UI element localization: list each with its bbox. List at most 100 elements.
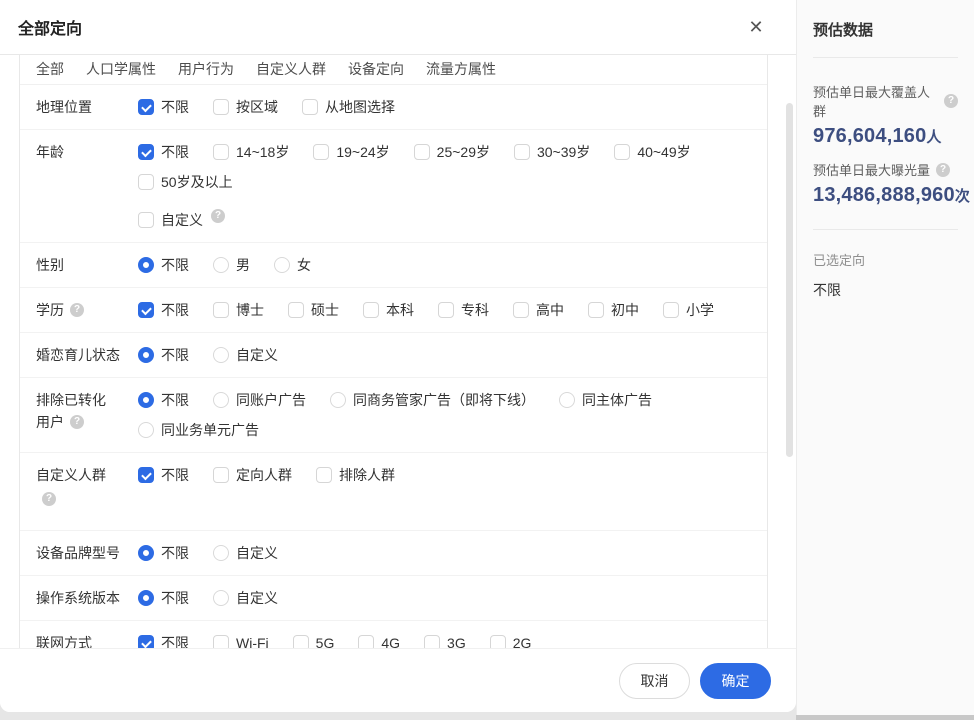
checkbox-option-不限[interactable]: 不限	[138, 299, 189, 321]
checkbox-icon[interactable]	[213, 635, 229, 648]
checkbox-icon[interactable]	[213, 302, 229, 318]
radio-option-男[interactable]: 男	[213, 254, 250, 276]
scrollbar-thumb[interactable]	[786, 103, 793, 457]
help-icon[interactable]: ?	[936, 163, 950, 177]
tab-1[interactable]: 人口学属性	[86, 60, 156, 78]
checkbox-option-从地图选择[interactable]: 从地图选择	[302, 96, 395, 118]
radio-option-同主体广告[interactable]: 同主体广告	[559, 389, 652, 411]
radio-icon[interactable]	[213, 392, 229, 408]
checkbox-option-不限[interactable]: 不限	[138, 632, 189, 648]
confirm-button[interactable]: 确定	[700, 663, 771, 699]
checkbox-option-50岁及以上[interactable]: 50岁及以上	[138, 171, 233, 193]
checkbox-icon[interactable]	[514, 144, 530, 160]
checkbox-icon[interactable]	[213, 99, 229, 115]
checkbox-icon[interactable]	[213, 144, 229, 160]
tab-3[interactable]: 自定义人群	[256, 60, 326, 78]
tab-5[interactable]: 流量方属性	[426, 60, 496, 78]
radio-icon[interactable]	[330, 392, 346, 408]
radio-option-自定义[interactable]: 自定义	[213, 587, 278, 609]
radio-option-不限[interactable]: 不限	[138, 389, 189, 411]
checkbox-icon[interactable]	[358, 635, 374, 648]
radio-icon[interactable]	[213, 545, 229, 561]
radio-icon[interactable]	[213, 590, 229, 606]
checkbox-option-30~39岁[interactable]: 30~39岁	[514, 141, 590, 163]
checkbox-option-不限[interactable]: 不限	[138, 96, 189, 118]
radio-option-不限[interactable]: 不限	[138, 254, 189, 276]
checkbox-option-初中[interactable]: 初中	[588, 299, 639, 321]
cancel-button[interactable]: 取消	[619, 663, 690, 699]
checkbox-option-本科[interactable]: 本科	[363, 299, 414, 321]
checkbox-checked-icon[interactable]	[138, 635, 154, 648]
help-icon[interactable]: ?	[944, 94, 958, 108]
radio-option-同商务管家广告（即将下线）[interactable]: 同商务管家广告（即将下线）	[330, 389, 535, 411]
radio-selected-icon[interactable]	[138, 257, 154, 273]
help-icon[interactable]: ?	[70, 303, 84, 317]
checkbox-icon[interactable]	[438, 302, 454, 318]
checkbox-option-25~29岁[interactable]: 25~29岁	[414, 141, 490, 163]
help-icon[interactable]: ?	[211, 209, 225, 223]
checkbox-checked-icon[interactable]	[138, 144, 154, 160]
checkbox-option-按区域[interactable]: 按区域	[213, 96, 278, 118]
checkbox-icon[interactable]	[302, 99, 318, 115]
checkbox-option-不限[interactable]: 不限	[138, 464, 189, 486]
checkbox-icon[interactable]	[138, 174, 154, 190]
radio-selected-icon[interactable]	[138, 392, 154, 408]
radio-icon[interactable]	[559, 392, 575, 408]
checkbox-icon[interactable]	[138, 212, 154, 228]
checkbox-option-博士[interactable]: 博士	[213, 299, 264, 321]
radio-icon[interactable]	[138, 422, 154, 438]
checkbox-icon[interactable]	[588, 302, 604, 318]
tab-2[interactable]: 用户行为	[178, 60, 234, 78]
checkbox-icon[interactable]	[663, 302, 679, 318]
checkbox-option-硕士[interactable]: 硕士	[288, 299, 339, 321]
checkbox-icon[interactable]	[490, 635, 506, 648]
radio-option-同账户广告[interactable]: 同账户广告	[213, 389, 306, 411]
checkbox-option-40~49岁[interactable]: 40~49岁	[614, 141, 690, 163]
radio-option-自定义[interactable]: 自定义	[213, 344, 278, 366]
radio-icon[interactable]	[213, 347, 229, 363]
checkbox-option-14~18岁[interactable]: 14~18岁	[213, 141, 289, 163]
checkbox-icon[interactable]	[363, 302, 379, 318]
checkbox-option-不限[interactable]: 不限	[138, 141, 189, 163]
checkbox-option-小学[interactable]: 小学	[663, 299, 714, 321]
help-icon[interactable]: ?	[42, 492, 56, 506]
checkbox-checked-icon[interactable]	[138, 99, 154, 115]
checkbox-option-排除人群[interactable]: 排除人群	[316, 464, 395, 486]
radio-option-不限[interactable]: 不限	[138, 587, 189, 609]
checkbox-icon[interactable]	[316, 467, 332, 483]
checkbox-icon[interactable]	[614, 144, 630, 160]
checkbox-checked-icon[interactable]	[138, 467, 154, 483]
checkbox-icon[interactable]	[313, 144, 329, 160]
radio-selected-icon[interactable]	[138, 590, 154, 606]
checkbox-option-Wi-Fi[interactable]: Wi-Fi	[213, 632, 269, 648]
checkbox-icon[interactable]	[293, 635, 309, 648]
checkbox-option-5G[interactable]: 5G	[293, 632, 335, 648]
radio-option-同业务单元广告[interactable]: 同业务单元广告	[138, 419, 259, 441]
checkbox-option-自定义[interactable]: 自定义	[138, 209, 203, 231]
checkbox-option-专科[interactable]: 专科	[438, 299, 489, 321]
help-icon[interactable]: ?	[70, 415, 84, 429]
checkbox-icon[interactable]	[288, 302, 304, 318]
checkbox-option-3G[interactable]: 3G	[424, 632, 466, 648]
close-icon[interactable]: ✕	[744, 15, 768, 39]
checkbox-icon[interactable]	[213, 467, 229, 483]
radio-icon[interactable]	[274, 257, 290, 273]
checkbox-option-4G[interactable]: 4G	[358, 632, 400, 648]
radio-selected-icon[interactable]	[138, 347, 154, 363]
radio-option-不限[interactable]: 不限	[138, 344, 189, 366]
checkbox-icon[interactable]	[513, 302, 529, 318]
checkbox-option-高中[interactable]: 高中	[513, 299, 564, 321]
radio-option-自定义[interactable]: 自定义	[213, 542, 278, 564]
checkbox-option-19~24岁[interactable]: 19~24岁	[313, 141, 389, 163]
radio-option-不限[interactable]: 不限	[138, 542, 189, 564]
checkbox-option-定向人群[interactable]: 定向人群	[213, 464, 292, 486]
tab-0[interactable]: 全部	[36, 60, 64, 78]
tab-4[interactable]: 设备定向	[348, 60, 404, 78]
checkbox-checked-icon[interactable]	[138, 302, 154, 318]
checkbox-icon[interactable]	[424, 635, 440, 648]
radio-icon[interactable]	[213, 257, 229, 273]
radio-selected-icon[interactable]	[138, 545, 154, 561]
checkbox-option-2G[interactable]: 2G	[490, 632, 532, 648]
radio-option-女[interactable]: 女	[274, 254, 311, 276]
checkbox-icon[interactable]	[414, 144, 430, 160]
